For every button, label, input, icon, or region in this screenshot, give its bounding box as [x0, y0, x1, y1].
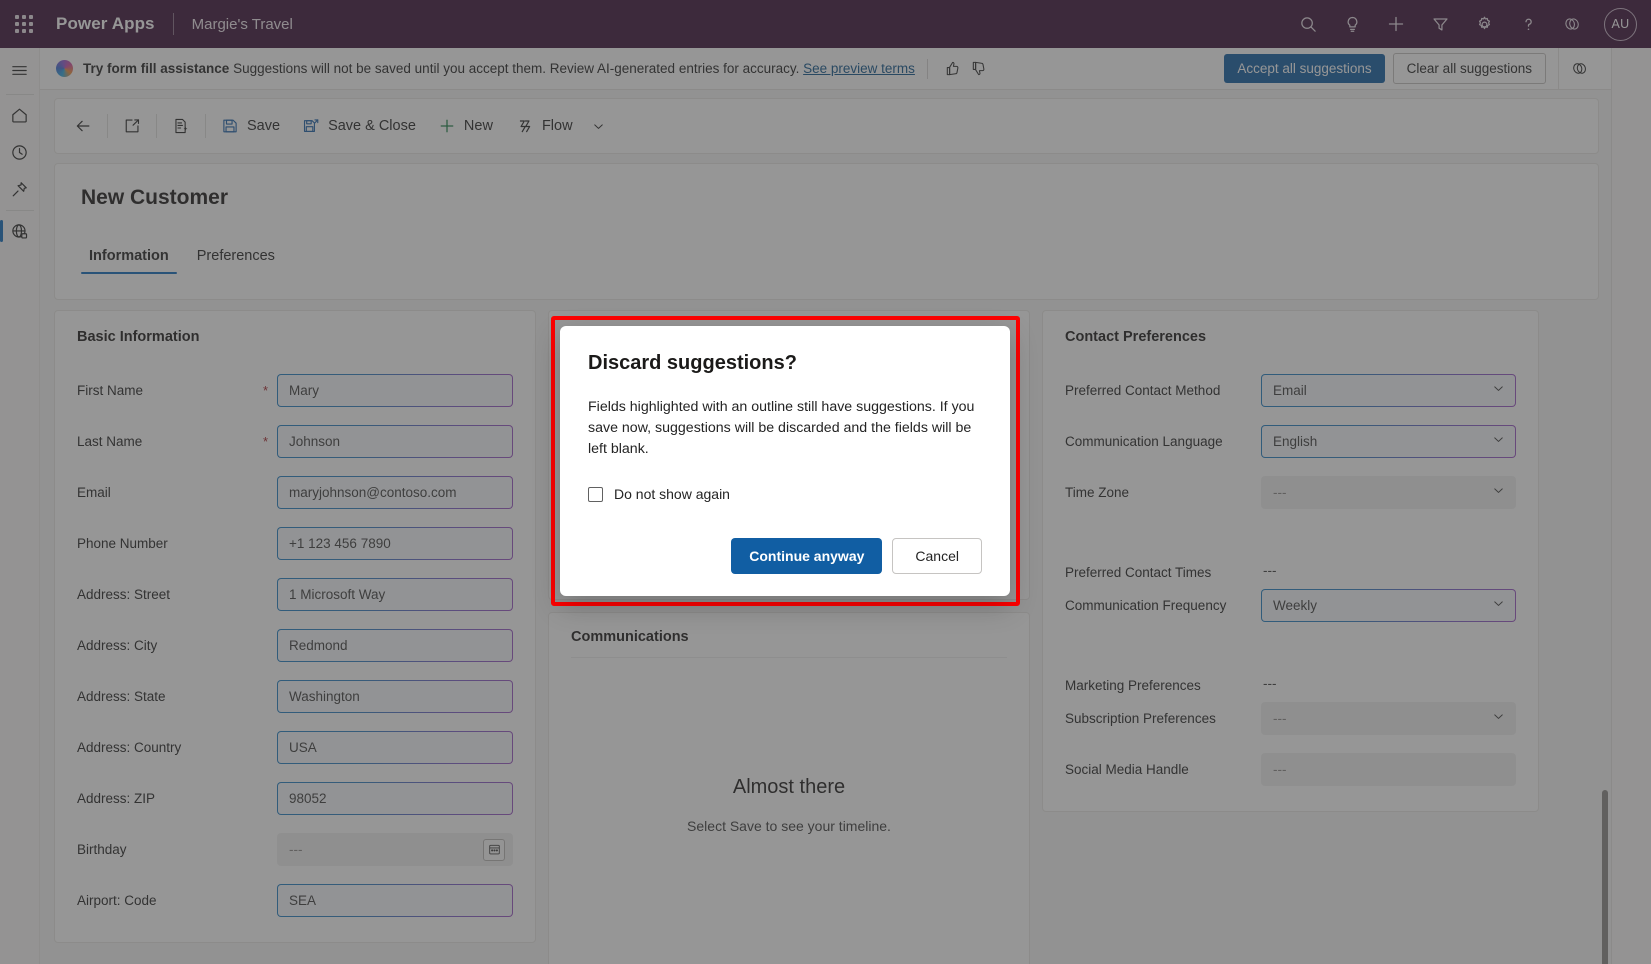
dialog-body-text: Fields highlighted with an outline still…: [588, 397, 982, 460]
checkbox-icon[interactable]: [588, 487, 603, 502]
do-not-show-again-checkbox[interactable]: Do not show again: [588, 486, 982, 502]
dialog-title: Discard suggestions?: [588, 352, 982, 375]
cancel-button[interactable]: Cancel: [892, 538, 982, 574]
dialog-actions: Continue anyway Cancel: [588, 538, 982, 574]
do-not-show-again-label: Do not show again: [614, 486, 730, 502]
app-root: Power Apps Margie's Travel: [0, 0, 1651, 964]
discard-suggestions-dialog: Discard suggestions? Fields highlighted …: [560, 326, 1010, 596]
continue-anyway-button[interactable]: Continue anyway: [731, 538, 882, 574]
